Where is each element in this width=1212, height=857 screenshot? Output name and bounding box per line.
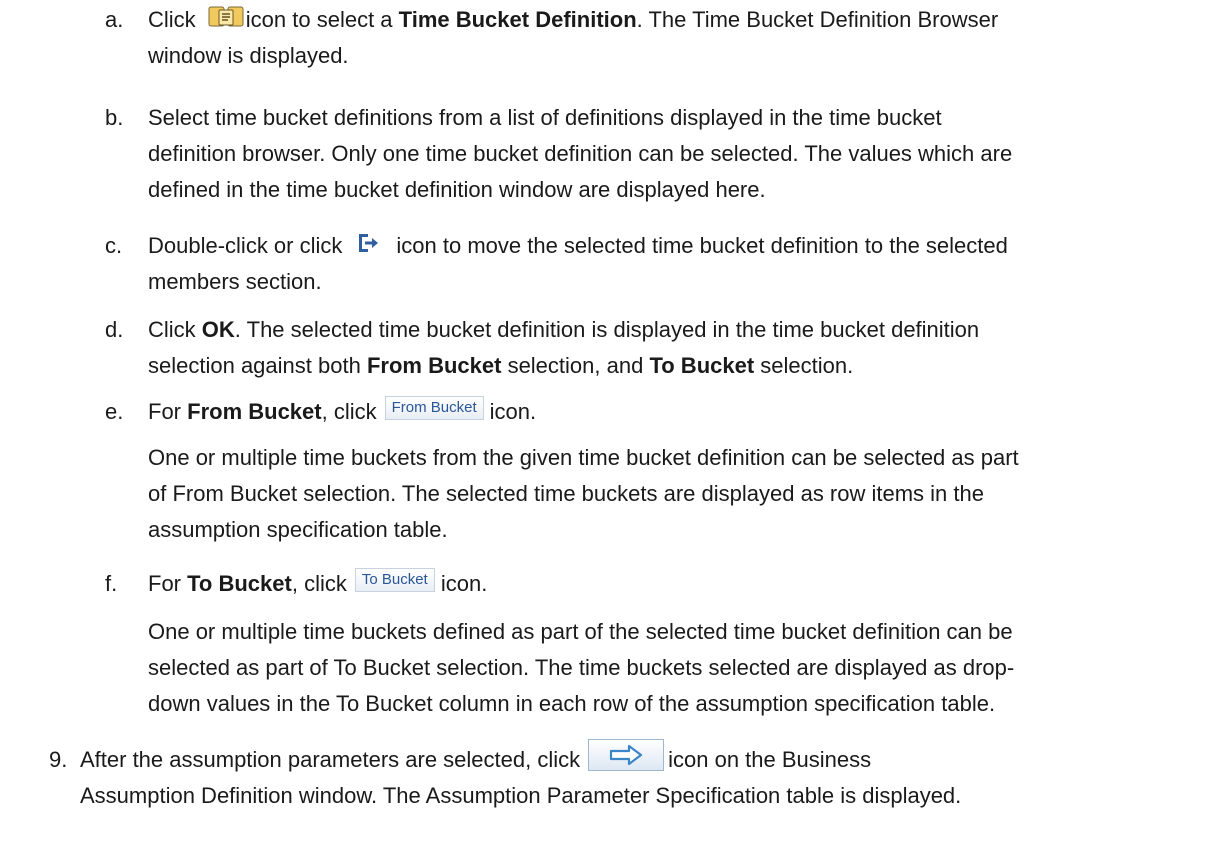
list-marker: d. xyxy=(105,317,124,342)
time-bucket-definition-icon[interactable] xyxy=(208,4,244,28)
list-marker: e. xyxy=(105,399,124,424)
list-marker: 9. xyxy=(49,747,68,772)
list-marker: f. xyxy=(105,571,118,596)
from-bucket-button[interactable]: From Bucket xyxy=(384,396,484,421)
right-arrow-icon[interactable] xyxy=(588,739,665,772)
paragraph-step9-cont: Assumption Definition window. The Assump… xyxy=(80,783,962,808)
to-bucket-button[interactable]: To Bucket xyxy=(354,568,435,593)
move-selected-icon[interactable] xyxy=(356,230,380,254)
list-marker: a. xyxy=(105,7,124,32)
paragraph-from-bucket: One or multiple time buckets from the gi… xyxy=(148,445,1019,542)
list-marker: b. xyxy=(105,105,124,130)
paragraph-to-bucket: One or multiple time buckets defined as … xyxy=(148,619,1015,716)
list-marker: c. xyxy=(105,233,123,258)
